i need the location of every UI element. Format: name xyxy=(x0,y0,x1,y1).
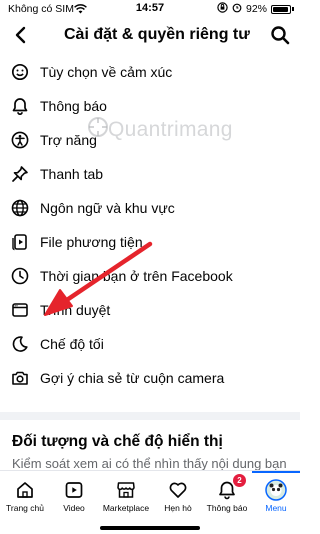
tab-label: Thông báo xyxy=(206,503,248,513)
section-heading: Đối tượng và chế độ hiển thị xyxy=(12,433,223,450)
home-indicator xyxy=(100,526,200,530)
tab-video[interactable]: Video xyxy=(50,471,98,521)
status-bar: Không có SIM 14:57 92% xyxy=(0,0,300,20)
app-header: Cài đặt & quyền riêng tư xyxy=(0,20,300,52)
back-button[interactable] xyxy=(8,22,32,48)
globe-icon xyxy=(10,198,30,218)
menu-item-label: Thông báo xyxy=(40,98,107,114)
battery-icon xyxy=(271,4,291,14)
battery-percent: 92% xyxy=(245,3,267,15)
moon-icon xyxy=(10,334,30,354)
search-icon xyxy=(271,26,290,45)
browser-icon xyxy=(10,300,30,320)
menu-item-label: Tùy chọn về cảm xúc xyxy=(40,64,173,80)
menu-item-label: Trình duyệt xyxy=(40,302,111,318)
accessibility-icon xyxy=(10,130,30,150)
marketplace-icon xyxy=(115,479,137,501)
tab-label: Trang chủ xyxy=(6,503,44,513)
tab-label: Hẹn hò xyxy=(164,503,192,513)
menu-item-dark-mode[interactable]: Chế độ tối xyxy=(0,327,300,361)
chevron-left-icon xyxy=(15,26,26,44)
menu-item-label: Ngôn ngữ và khu vực xyxy=(40,200,175,216)
menu-item-label: Thanh tab xyxy=(40,166,104,182)
menu-item-time-on-facebook[interactable]: Thời gian bạn ở trên Facebook xyxy=(0,259,300,293)
tab-menu[interactable]: Menu xyxy=(252,471,300,521)
camera-icon xyxy=(10,368,30,388)
tab-marketplace[interactable]: Marketplace xyxy=(98,471,154,521)
tab-notifications[interactable]: 2 Thông báo xyxy=(202,471,252,521)
alarm-icon xyxy=(232,2,242,16)
menu-item-label: Gợi ý chia sẻ từ cuộn camera xyxy=(40,370,225,386)
menu-item-label: Thời gian bạn ở trên Facebook xyxy=(40,268,233,284)
watermark-logo-icon xyxy=(86,115,110,144)
orientation-lock-icon xyxy=(217,2,228,16)
video-icon xyxy=(63,479,85,501)
menu-item-camera-roll[interactable]: Gợi ý chia sẻ từ cuộn camera xyxy=(0,361,300,395)
avatar-icon xyxy=(265,479,287,501)
menu-item-media[interactable]: File phương tiện xyxy=(0,225,300,259)
bottom-tab-bar: Trang chủ Video Marketplace Hẹn hò 2 Thô… xyxy=(0,470,300,534)
search-button[interactable] xyxy=(268,23,292,47)
menu-item-emotion[interactable]: Tùy chọn về cảm xúc xyxy=(0,55,300,89)
tab-label: Video xyxy=(63,503,85,513)
bell-icon: 2 xyxy=(216,474,246,501)
menu-item-language[interactable]: Ngôn ngữ và khu vực xyxy=(0,191,300,225)
media-file-icon xyxy=(10,232,30,252)
clock-icon xyxy=(10,266,30,286)
watermark-text: Quantrimang xyxy=(108,118,233,141)
menu-item-label: Chế độ tối xyxy=(40,336,104,352)
emotion-settings-icon xyxy=(10,62,30,82)
tab-label: Menu xyxy=(265,503,287,513)
pin-icon xyxy=(10,164,30,184)
tab-label: Marketplace xyxy=(102,503,150,513)
tab-dating[interactable]: Hẹn hò xyxy=(154,471,202,521)
notification-badge: 2 xyxy=(233,474,246,487)
bell-icon xyxy=(10,96,30,116)
section-divider xyxy=(0,412,300,420)
tab-home[interactable]: Trang chủ xyxy=(0,471,50,521)
heart-icon xyxy=(167,479,189,501)
menu-item-browser[interactable]: Trình duyệt xyxy=(0,293,300,327)
menu-item-label: File phương tiện xyxy=(40,234,143,250)
page-title: Cài đặt & quyền riêng tư xyxy=(64,26,250,43)
menu-item-tab-bar[interactable]: Thanh tab xyxy=(0,157,300,191)
home-icon xyxy=(14,479,36,501)
